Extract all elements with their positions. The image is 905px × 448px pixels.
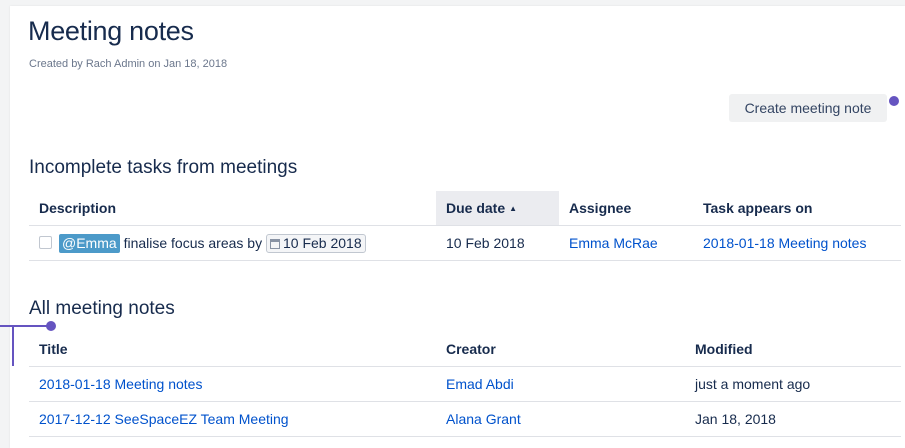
note-title-link[interactable]: 2018-01-18 Meeting notes — [39, 376, 202, 392]
page-byline: Created by Rach Admin on Jan 18, 2018 — [29, 58, 228, 70]
column-header-creator[interactable]: Creator — [436, 332, 685, 367]
note-creator-link[interactable]: Alana Grant — [446, 411, 521, 427]
note-modified: Jan 18, 2018 — [685, 401, 901, 437]
table-row: @Emma finalise focus areas by 10 Feb 201… — [29, 225, 901, 261]
column-header-title[interactable]: Title — [29, 332, 436, 367]
task-description-cell: @Emma finalise focus areas by 10 Feb 201… — [29, 225, 436, 261]
callout-connector-line — [12, 326, 14, 366]
calendar-icon — [269, 238, 280, 249]
callout-connector-line — [0, 325, 48, 327]
task-checkbox[interactable] — [39, 235, 52, 249]
callout-marker-dot — [889, 96, 899, 106]
task-page-link[interactable]: 2018-01-18 Meeting notes — [703, 235, 866, 251]
column-header-modified[interactable]: Modified — [685, 332, 901, 367]
column-header-due-date[interactable]: Due date ▲ — [436, 191, 559, 226]
all-meeting-notes-heading: All meeting notes — [29, 298, 175, 319]
meeting-notes-table: Title Creator Modified 2018-01-18 Meetin… — [29, 332, 901, 437]
sort-ascending-icon: ▲ — [509, 204, 518, 213]
column-header-description[interactable]: Description — [29, 191, 436, 226]
callout-marker-dot — [46, 321, 56, 331]
page-title: Meeting notes — [28, 16, 194, 46]
task-assignee-link[interactable]: Emma McRae — [569, 235, 658, 251]
table-row: 2017-12-12 SeeSpaceEZ Team Meeting Alana… — [29, 401, 901, 437]
task-due-date: 10 Feb 2018 — [436, 225, 559, 261]
note-modified: just a moment ago — [685, 366, 901, 402]
page-content: Meeting notes Created by Rach Admin on J… — [10, 6, 905, 448]
note-title-link[interactable]: 2017-12-12 SeeSpaceEZ Team Meeting — [39, 411, 289, 427]
user-mention[interactable]: @Emma — [59, 233, 120, 253]
task-date-lozenge[interactable]: 10 Feb 2018 — [265, 233, 366, 253]
table-row: 2018-01-18 Meeting notes Emad Abdi just … — [29, 366, 901, 402]
create-meeting-note-button[interactable]: Create meeting note — [729, 94, 887, 122]
incomplete-tasks-heading: Incomplete tasks from meetings — [29, 157, 298, 178]
column-header-task-appears-on[interactable]: Task appears on — [693, 191, 901, 226]
column-header-assignee[interactable]: Assignee — [559, 191, 693, 226]
incomplete-tasks-table: Description Due date ▲ Assignee Task appe… — [29, 191, 901, 261]
table-header-row: Description Due date ▲ Assignee Task appe… — [29, 191, 901, 226]
table-header-row: Title Creator Modified — [29, 332, 901, 367]
task-text: finalise focus areas by — [123, 234, 263, 251]
note-creator-link[interactable]: Emad Abdi — [446, 376, 514, 392]
